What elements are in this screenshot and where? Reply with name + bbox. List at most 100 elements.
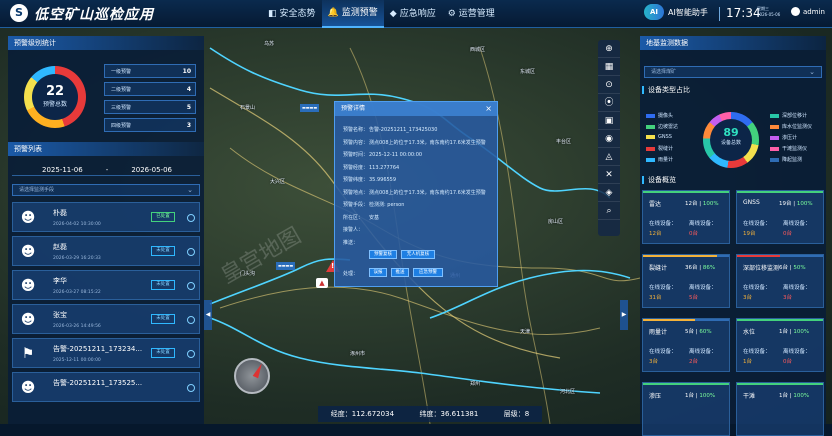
status-badge: 未处置 (151, 314, 175, 324)
date-range-picker[interactable]: 2025-11-06 - 2026-05-06 (12, 164, 200, 176)
printer-icon[interactable]: ▣ (598, 112, 620, 130)
device-name: 渗压 (649, 393, 662, 400)
divider (719, 7, 720, 21)
tab-emergency[interactable]: ◆ 应急响应 (384, 0, 442, 28)
drone-review-button[interactable]: 无人机复核 (401, 250, 435, 259)
view-icon[interactable] (187, 384, 195, 392)
tab-safety[interactable]: ◧ 安全态势 (262, 0, 322, 28)
legend-label: GNSS (658, 134, 672, 140)
chevron-down-icon: ⌄ (809, 68, 815, 76)
device-card[interactable]: 雷达 12台 | 100% 在线设备： 离线设备： 12台 0台 (642, 190, 730, 244)
detail-row: 所在区： 安基 (343, 214, 379, 221)
tab-label: 安全态势 (279, 9, 316, 19)
alert-item[interactable]: ⚑ 告警-20251211_173234... 2025-12-11 00:00… (12, 338, 200, 368)
alert-level-donut: 22 预警总数 (24, 66, 86, 128)
false-alarm-button[interactable]: 误报 (369, 268, 387, 277)
legend-label: 深部位移计 (782, 113, 808, 119)
camera-icon[interactable]: ⦿ (598, 94, 620, 112)
status-badge: 未处置 (151, 280, 175, 290)
map-marker-label[interactable]: ▬▬▬▬ (300, 104, 320, 112)
close-icon[interactable]: × (485, 104, 492, 113)
level-item[interactable]: 四级预警 3 (104, 118, 196, 132)
device-count: 6台 | 50% (779, 265, 806, 271)
alert-item[interactable]: ☻ 赵磊 2026-03-29 16:20:33 未处置 (12, 236, 200, 266)
alert-item[interactable]: ☻ 朴磊 2026-04-02 10:30:00 已处置 (12, 202, 200, 232)
target-icon[interactable]: ⊙ (598, 76, 620, 94)
count-value: 6台 (779, 265, 788, 271)
view-icon[interactable] (187, 214, 195, 222)
method-select[interactable]: 请选择监测手段 ⌄ (12, 184, 200, 196)
measure-icon[interactable]: ◉ (598, 130, 620, 148)
alert-time: 2026-04-02 10:30:00 (53, 222, 101, 227)
user-menu[interactable]: admin (791, 7, 825, 16)
right-panel: 地基监测数据 请选择煤矿 ⌄ 设备类型占比 89 设备总数 摄像头 边坡雷达 GNSS 裂… (640, 36, 826, 436)
device-card[interactable]: GNSS 19台 | 100% 在线设备： 离线设备： 19台 0台 (736, 190, 824, 244)
device-count: 19台 | 100% (779, 201, 813, 207)
map-label: 大兴区 (270, 179, 286, 185)
detail-key: 预警名称： (343, 127, 369, 133)
longitude-readout: 经度：112.672034 (331, 409, 394, 419)
view-icon[interactable] (187, 316, 195, 324)
app-logo-icon: S (10, 4, 28, 22)
alert-time: 2026-03-27 08:15:22 (53, 290, 101, 295)
rate-value: 100% (793, 393, 810, 399)
collapse-right-button[interactable]: ▶ (620, 300, 628, 330)
detail-key: 所在区： (343, 214, 364, 221)
layers-icon[interactable]: ▦ (598, 58, 620, 76)
date-start[interactable]: 2025-11-06 (42, 166, 83, 174)
compass[interactable] (234, 358, 270, 394)
device-card[interactable]: 裂缝计 36台 | 86% 在线设备： 离线设备： 31台 5台 (642, 254, 730, 308)
review-button[interactable]: 预警复核 (369, 250, 397, 259)
device-card[interactable]: 雨量计 5台 | 60% 在线设备： 离线设备： 3台 2台 (642, 318, 730, 372)
map-marker-label[interactable]: ▬▬▬▬ (276, 262, 296, 270)
map-label: 河北区 (560, 389, 576, 395)
ai-assistant-button[interactable]: AI AI智能助手 (644, 4, 708, 20)
clock: 17:34 (726, 6, 761, 20)
op-label: 处理： (343, 271, 359, 277)
device-count: 1台 | 100% (685, 393, 716, 399)
alert-item[interactable]: ☻ 张宝 2026-03-26 14:49:56 未处置 (12, 304, 200, 334)
level-item[interactable]: 三级预警 5 (104, 100, 196, 114)
person-icon: ☻ (20, 312, 36, 328)
draw-icon[interactable]: ◬ (598, 148, 620, 166)
legend-swatch (770, 146, 779, 151)
device-card[interactable]: 干滩 1台 | 100% (736, 382, 824, 436)
device-card[interactable]: 水位 1台 | 100% 在线设备： 离线设备： 1台 0台 (736, 318, 824, 372)
tools-icon[interactable]: ✕ (598, 166, 620, 184)
level-item[interactable]: 一级预警 10 (104, 64, 196, 78)
rate-value: 100% (796, 201, 813, 207)
device-card[interactable]: 深部位移监测 6台 | 50% 在线设备： 离线设备： 3台 3台 (736, 254, 824, 308)
count-value: 1台 (779, 329, 788, 335)
lon-value: 112.672034 (351, 410, 395, 418)
online-label: 在线设备： (649, 221, 677, 227)
alert-item[interactable]: ☻ 李华 2026-03-27 08:15:22 未处置 (12, 270, 200, 300)
tab-monitoring[interactable]: 🔔 监测预警 (321, 0, 384, 28)
alert-total-label: 预警总数 (42, 101, 67, 108)
lat-label: 纬度： (419, 410, 441, 418)
online-rate-fill (737, 383, 823, 385)
level-item[interactable]: 二级预警 4 (104, 82, 196, 96)
legend-swatch (646, 124, 655, 129)
view-icon[interactable] (187, 350, 195, 358)
detail-row: 预警时间：2025-12-11 00:00:00 (343, 151, 422, 158)
left-panel: 预警级别统计 22 预警总数 一级预警 10 二级预警 4 三级预警 5 四级预警 3 预… (8, 36, 204, 424)
search-icon[interactable]: ⌕ (598, 202, 620, 220)
push-button[interactable]: 推送 (391, 268, 409, 277)
map-label: 石景山 (240, 105, 256, 111)
device-card[interactable]: 渗压 1台 | 100% (642, 382, 730, 436)
collapse-left-button[interactable]: ◀ (204, 300, 212, 330)
cube-icon[interactable]: ◈ (598, 184, 620, 202)
alert-item[interactable]: ☻ 告警-20251211_173525... (12, 372, 200, 402)
alert-name: 张宝 (53, 311, 67, 319)
offline-count: 2台 (689, 359, 698, 365)
truck-icon[interactable]: ▲ (316, 278, 328, 288)
mine-select[interactable]: 请选择煤矿 ⌄ (644, 66, 822, 78)
level-label: 四级预警 (111, 122, 132, 129)
locate-icon[interactable]: ⊕ (598, 40, 620, 58)
device-name: 水位 (743, 329, 756, 336)
emergency-button[interactable]: 应急预警 (413, 268, 443, 277)
view-icon[interactable] (187, 282, 195, 290)
view-icon[interactable] (187, 248, 195, 256)
date-end[interactable]: 2026-05-06 (131, 166, 172, 174)
tab-operations[interactable]: ⚙ 运营管理 (442, 0, 501, 28)
